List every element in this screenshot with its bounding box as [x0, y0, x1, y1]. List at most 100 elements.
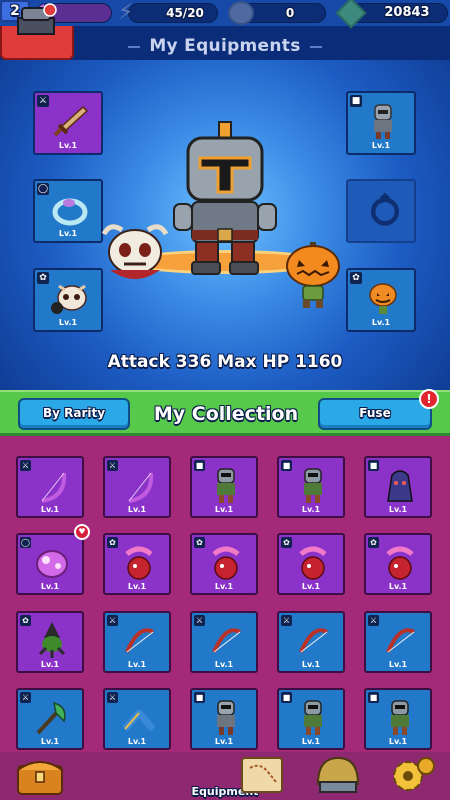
collection-item-bow[interactable]: ⚔ Lv.1 — [103, 456, 171, 518]
item-level: Lv.1 — [388, 505, 408, 514]
collection-item-red-bow[interactable]: ⚔ Lv.1 — [277, 611, 345, 673]
pumpkin-pet-companion — [286, 242, 340, 308]
item-level: Lv.1 — [301, 660, 321, 669]
collection-item-pink-flower-pet[interactable]: ✿ Lv.1 — [103, 533, 171, 595]
item-level: Lv.1 — [301, 737, 321, 746]
knight-character[interactable] — [170, 120, 280, 280]
pink-flower-pet-icon — [386, 546, 414, 580]
witch-pet-icon — [38, 622, 66, 658]
collection-item-red-bow[interactable]: ⚔ Lv.1 — [103, 611, 171, 673]
weapon-tag-icon: ⚔ — [107, 615, 118, 626]
item-level: Lv.1 — [40, 737, 60, 746]
page-title: My Equipments — [149, 36, 301, 56]
collection-item-hooded-mage[interactable]: ■ Lv.1 — [364, 456, 432, 518]
item-level: Lv.1 — [388, 737, 408, 746]
item-level: Lv.1 — [388, 660, 408, 669]
collection-item-pink-flower-pet[interactable]: ✿ Lv.1 — [190, 533, 258, 595]
boomerang-icon — [122, 709, 156, 732]
weapon-tag-icon: ⚔ — [20, 460, 31, 471]
paw-tag-icon: ✿ — [37, 272, 49, 284]
equip-slot-pet[interactable]: ✿ Lv.1 — [33, 268, 103, 332]
collection-item-knight-green[interactable]: ■ Lv.1 — [277, 456, 345, 518]
map-scroll-icon[interactable] — [232, 752, 292, 798]
item-level: Lv.1 — [214, 505, 234, 514]
item-level: Lv.1 — [388, 582, 408, 591]
collection-header-bar: By Rarity My Collection Fuse — [0, 390, 450, 436]
item-level: Lv.1 — [40, 505, 60, 514]
fuse-button[interactable]: Fuse — [318, 398, 432, 430]
weapon-tag-icon: ⚔ — [281, 615, 292, 626]
armor-tag-icon: ■ — [281, 460, 292, 471]
collection-item-pink-ring[interactable]: ◯ Lv.1 — [16, 533, 84, 595]
collection-item-pink-flower-pet[interactable]: ✿ Lv.1 — [277, 533, 345, 595]
armor-tag-icon: ■ — [368, 460, 379, 471]
slot-level: Lv.1 — [58, 318, 78, 327]
top-bar: 2 45/20 ⚡ 0 20843 — [0, 0, 450, 29]
item-level: Lv.1 — [301, 582, 321, 591]
weapon-tag-icon: ⚔ — [20, 692, 31, 703]
armor-tag-icon: ■ — [194, 460, 205, 471]
skull-pet-companion — [101, 224, 169, 279]
item-level: Lv.1 — [127, 582, 147, 591]
collection-item-bow[interactable]: ⚔ Lv.1 — [16, 456, 84, 518]
equip-slot-weapon[interactable]: ⚔ Lv.1 — [33, 91, 103, 155]
red-bow-icon — [212, 628, 241, 653]
armor-tag-icon: ■ — [368, 692, 379, 703]
armor-tag-icon: ■ — [194, 692, 205, 703]
equip-slot-pet-2[interactable]: ✿ Lv.1 — [346, 268, 416, 332]
collection-item-knight-green[interactable]: ■ Lv.1 — [277, 688, 345, 750]
collection-item-axe[interactable]: ⚔ Lv.1 — [16, 688, 84, 750]
item-level: Lv.1 — [214, 737, 234, 746]
hero-stats: Attack 336 Max HP 1160 — [107, 352, 343, 372]
collection-item-red-bow[interactable]: ⚔ Lv.1 — [364, 611, 432, 673]
paw-tag-icon: ✿ — [350, 272, 362, 284]
sort-by-rarity-button[interactable]: By Rarity — [18, 398, 130, 430]
item-level: Lv.1 — [127, 737, 147, 746]
pumpkin-pet-icon — [369, 283, 397, 314]
slot-level: Lv.1 — [371, 318, 391, 327]
pet-tag-icon: ✿ — [368, 537, 379, 548]
knight-icon — [217, 700, 235, 735]
item-level: Lv.1 — [127, 505, 147, 514]
slot-level: Lv.1 — [371, 141, 391, 150]
gear-icon[interactable] — [382, 752, 442, 798]
collection-item-knight-green[interactable]: ■ Lv.1 — [364, 688, 432, 750]
knight-green-icon — [217, 468, 235, 503]
bow-icon — [128, 472, 154, 503]
collection-title: My Collection — [153, 403, 299, 425]
skull-pet-icon — [51, 284, 87, 314]
knight-green-icon — [304, 700, 322, 735]
collection-item-knight-green[interactable]: ■ Lv.1 — [190, 456, 258, 518]
new-item-badge: ♥ — [74, 524, 90, 540]
equipment-icon — [17, 3, 57, 35]
weapon-tag-icon: ⚔ — [194, 615, 205, 626]
equip-slot-armor[interactable]: ■ Lv.1 — [346, 91, 416, 155]
collection-item-boomerang[interactable]: ⚔ Lv.1 — [103, 688, 171, 750]
item-level: Lv.1 — [40, 660, 60, 669]
red-bow-icon — [125, 628, 154, 653]
collection-item-pink-flower-pet[interactable]: ✿ Lv.1 — [364, 533, 432, 595]
slot-level: Lv.1 — [58, 229, 78, 238]
weapon-tag-icon: ⚔ — [107, 460, 118, 471]
hooded-mage-icon — [387, 470, 413, 502]
pink-flower-pet-icon — [125, 546, 153, 580]
weapon-tag-icon: ⚔ — [368, 615, 379, 626]
pink-flower-pet-icon — [212, 546, 240, 580]
empty-ring-icon — [370, 192, 400, 226]
collection-item-knight[interactable]: ■ Lv.1 — [190, 688, 258, 750]
equip-slot-ring[interactable]: ◯ Lv.1 — [33, 179, 103, 243]
item-level: Lv.1 — [127, 660, 147, 669]
pet-tag-icon: ✿ — [194, 537, 205, 548]
knight-armor-icon — [374, 104, 392, 139]
ring-icon — [52, 198, 88, 226]
item-level: Lv.1 — [301, 505, 321, 514]
ring-tag-icon: ◯ — [20, 537, 31, 548]
helmet-icon[interactable] — [308, 752, 368, 798]
armor-tag-icon: ■ — [350, 95, 362, 107]
collection-item-red-bow[interactable]: ⚔ Lv.1 — [190, 611, 258, 673]
sword-icon — [53, 105, 89, 137]
pink-flower-pet-icon — [299, 546, 327, 580]
equip-slot-ring-empty[interactable] — [346, 179, 416, 243]
collection-item-witch-pet[interactable]: ✿ Lv.1 — [16, 611, 84, 673]
lightning-icon: ⚡ — [118, 0, 134, 25]
